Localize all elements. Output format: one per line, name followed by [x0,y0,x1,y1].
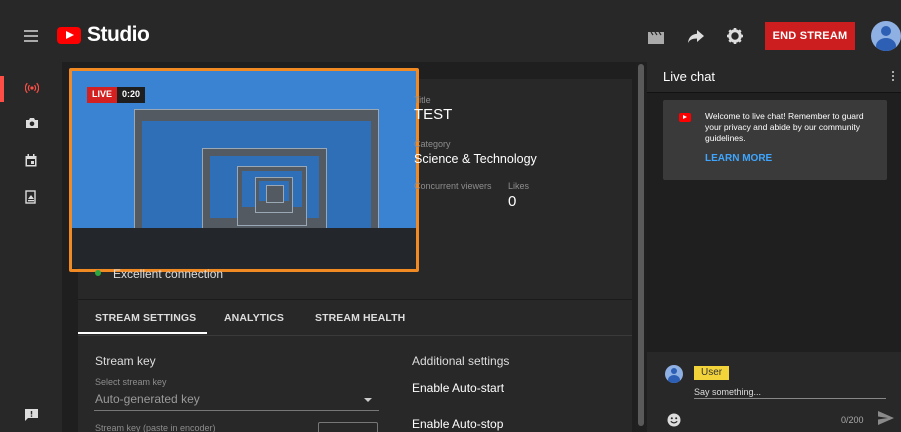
select-stream-key-label: Select stream key [95,377,167,387]
chat-message-input[interactable] [694,385,886,399]
tabs-divider [78,335,632,336]
stream-category: Science & Technology [414,152,537,166]
live-label: LIVE [87,87,118,103]
enable-auto-stop[interactable]: Enable Auto-stop [412,417,503,431]
concurrent-viewers-label: Concurrent viewers [414,181,492,191]
live-broadcast-icon [25,82,39,94]
more-options-icon[interactable] [892,71,894,81]
likes-label: Likes [508,181,530,191]
active-tab-indicator [78,332,207,334]
youtube-logo-icon [679,113,691,122]
tab-analytics[interactable]: ANALYTICS [224,312,284,324]
avatar[interactable] [871,21,901,51]
stream-title: TEST [414,106,453,123]
clapperboard-icon[interactable] [648,32,664,44]
gear-icon[interactable] [727,28,743,44]
likes-count: 0 [508,193,517,210]
character-count: 0/200 [841,415,864,425]
rail-item-manage[interactable] [0,184,62,210]
rail-item-camera[interactable] [0,111,62,137]
chevron-down-icon[interactable] [364,398,372,402]
elapsed-time: 0:20 [117,87,146,103]
connection-status-dot [95,270,101,276]
share-icon[interactable] [688,30,704,44]
select-underline [94,410,379,411]
stream-key-select[interactable]: Auto-generated key [95,392,200,406]
upload-icon [25,190,36,204]
menu-icon[interactable] [24,30,38,42]
send-icon[interactable] [878,411,894,425]
live-badge: LIVE 0:20 [87,87,146,103]
rail-item-schedule[interactable] [0,148,62,174]
calendar-icon [25,154,37,167]
tab-stream-settings[interactable]: STREAM SETTINGS [95,312,196,324]
scrollbar-thumb[interactable] [638,64,644,426]
learn-more-link[interactable]: LEARN MORE [705,153,772,164]
chat-avatar [665,365,683,383]
stream-key-title: Stream key [95,354,156,368]
camera-icon [26,118,38,128]
tab-stream-health[interactable]: STREAM HEALTH [315,312,405,324]
category-label: Category [414,139,451,149]
chat-user-name: User [694,366,730,380]
additional-settings-title: Additional settings [412,354,510,368]
emoji-icon[interactable] [667,413,681,427]
stream-key-paste-label: Stream key (paste in encoder) [95,423,216,432]
title-label: Title [414,95,431,105]
chat-title: Live chat [663,69,716,84]
welcome-message: Welcome to live chat! Remember to guard … [705,111,864,143]
copy-button[interactable] [318,422,378,432]
enable-auto-start[interactable]: Enable Auto-start [412,381,504,395]
youtube-logo-icon[interactable] [57,27,81,44]
connection-status: Excellent connection [113,267,224,281]
end-stream-button[interactable]: END STREAM [765,22,855,50]
rail-item-live[interactable] [0,76,62,102]
app-title: Studio [87,23,150,46]
feedback-icon[interactable] [25,409,38,421]
